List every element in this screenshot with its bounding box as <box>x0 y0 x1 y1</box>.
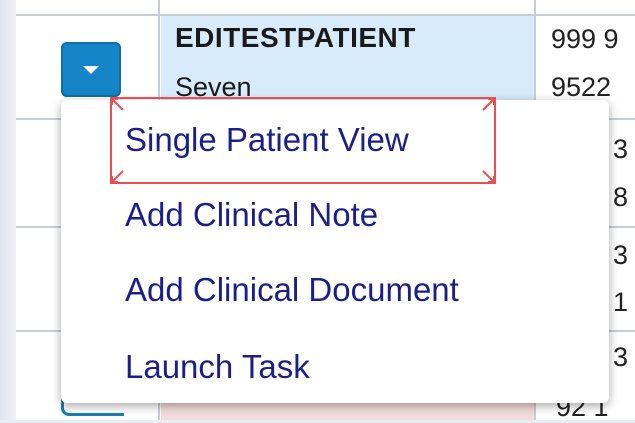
menu-item-single-patient-view[interactable]: Single Patient View <box>125 121 409 159</box>
page-background <box>0 0 16 420</box>
actions-dropdown-menu: Single Patient View Add Clinical Note Ad… <box>61 100 609 403</box>
patient-firstname[interactable]: Seven <box>175 72 252 103</box>
row3-number-line2: 1 <box>613 287 629 317</box>
row1-actions-dropdown-button[interactable] <box>61 42 121 97</box>
row-divider <box>16 14 635 16</box>
row4-number-line1: 3 <box>613 342 629 372</box>
row2-number-line2: 8 <box>613 182 629 212</box>
patient-surname[interactable]: EDITESTPATIENT <box>175 22 416 54</box>
menu-item-launch-task[interactable]: Launch Task <box>125 348 310 386</box>
menu-item-add-clinical-document[interactable]: Add Clinical Document <box>125 271 459 309</box>
nhs-number-line2: 9522 <box>551 72 612 102</box>
row3-number-line1: 3 <box>613 240 629 270</box>
menu-item-add-clinical-note[interactable]: Add Clinical Note <box>125 196 378 234</box>
row2-number-line1: 3 <box>613 134 629 164</box>
caret-down-icon <box>83 66 99 74</box>
nhs-number-line1: 999 9 <box>551 24 619 54</box>
